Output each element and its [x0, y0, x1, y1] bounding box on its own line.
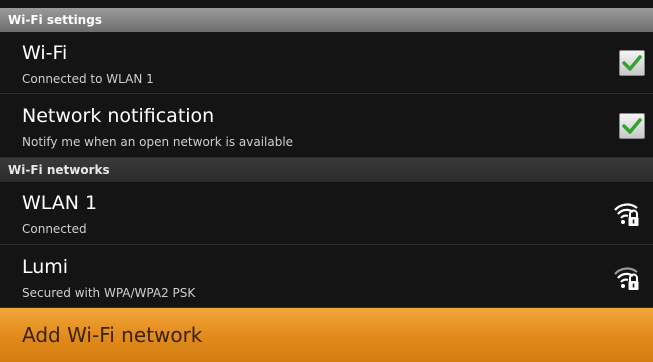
- section-header-label: Wi-Fi settings: [8, 13, 102, 27]
- network-name: Lumi: [22, 256, 69, 278]
- network-row-lumi[interactable]: Lumi Secured with WPA/WPA2 PSK: [0, 246, 653, 308]
- network-notification-checkbox[interactable]: [619, 113, 645, 139]
- section-header-wifi-networks: Wi-Fi networks: [0, 158, 653, 182]
- wifi-toggle-title: Wi-Fi: [22, 42, 68, 64]
- wifi-checkbox[interactable]: [619, 50, 645, 76]
- section-header-label: Wi-Fi networks: [8, 163, 110, 177]
- network-name: WLAN 1: [22, 192, 98, 214]
- add-wifi-network-label: Add Wi-Fi network: [22, 323, 203, 347]
- add-wifi-network-button[interactable]: Add Wi-Fi network: [0, 308, 653, 362]
- wifi-toggle-row[interactable]: Wi-Fi Connected to WLAN 1: [0, 32, 653, 94]
- wifi-settings-screen: Wi-Fi settings Wi-Fi Connected to WLAN 1…: [0, 0, 653, 362]
- network-notification-summary: Notify me when an open network is availa…: [22, 135, 294, 149]
- check-icon: [622, 118, 642, 134]
- network-notification-row[interactable]: Network notification Notify me when an o…: [0, 95, 653, 158]
- wifi-lock-icon: [614, 267, 639, 290]
- network-notification-title: Network notification: [22, 105, 215, 127]
- network-row-wlan1[interactable]: WLAN 1 Connected: [0, 182, 653, 245]
- section-header-wifi-settings: Wi-Fi settings: [0, 8, 653, 32]
- wifi-toggle-summary: Connected to WLAN 1: [22, 72, 154, 86]
- network-status: Connected: [22, 222, 87, 236]
- network-status: Secured with WPA/WPA2 PSK: [22, 286, 196, 300]
- wifi-lock-icon: [614, 203, 639, 226]
- check-icon: [622, 55, 642, 71]
